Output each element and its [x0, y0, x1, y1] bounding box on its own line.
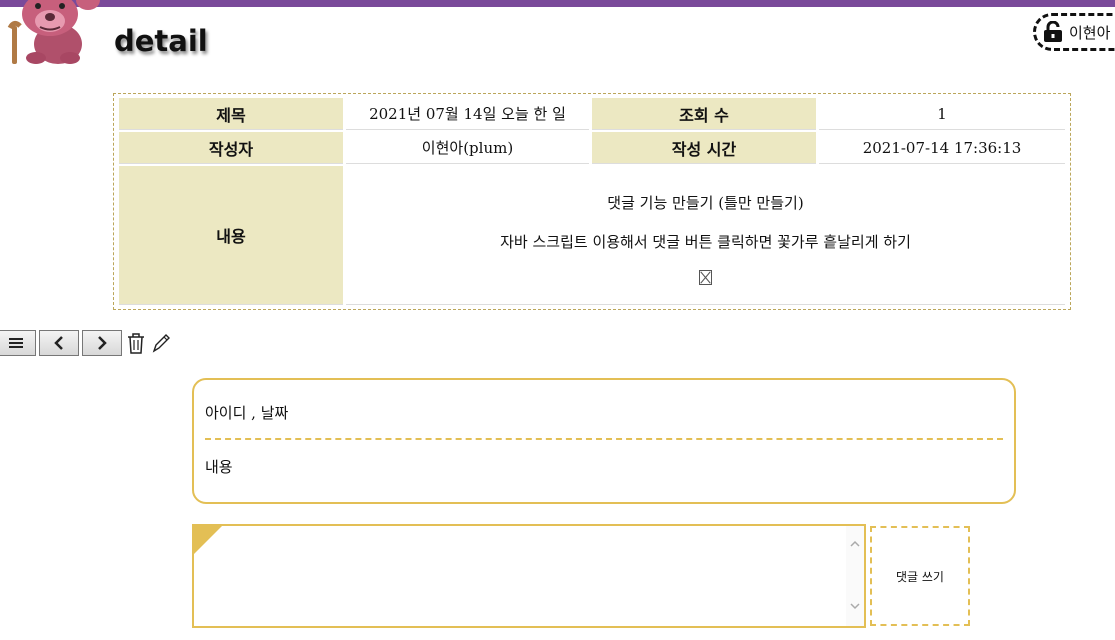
next-icon: [98, 336, 107, 350]
comment-card: 아이디 , 날짜 내용: [192, 378, 1016, 504]
post-views: 1: [819, 98, 1065, 130]
table-row: 작성자 이현아(plum) 작성 시간 2021-07-14 17:36:13: [119, 132, 1065, 164]
pink-bear-mascot: [7, 0, 100, 64]
table-row: 제목 2021년 07월 14일 오늘 한 일 조회 수 1: [119, 98, 1065, 130]
post-detail-table: 제목 2021년 07월 14일 오늘 한 일 조회 수 1 작성자 이현아(p…: [113, 93, 1071, 310]
user-badge[interactable]: 이현아: [1033, 13, 1115, 51]
list-icon: [9, 338, 23, 348]
post-toolbar: [0, 330, 172, 356]
top-accent-bar: [0, 0, 1115, 7]
edit-button[interactable]: [150, 331, 172, 355]
table-row: 내용 댓글 기능 만들기 (틀만 만들기) 자바 스크립트 이용해서 댓글 버튼…: [119, 166, 1065, 305]
post-author: 이현아(plum): [346, 132, 589, 164]
folded-corner-decoration: [194, 526, 222, 554]
comment-input-box: [192, 524, 866, 628]
page-title: detail: [114, 24, 208, 58]
trash-icon: [128, 333, 144, 354]
views-label: 조회 수: [592, 98, 816, 130]
author-label: 작성자: [119, 132, 343, 164]
post-content: 댓글 기능 만들기 (틀만 만들기) 자바 스크립트 이용해서 댓글 버튼 클릭…: [346, 166, 1065, 305]
comment-input[interactable]: [194, 526, 864, 626]
comment-body: 내용: [205, 458, 233, 476]
content-line: 댓글 기능 만들기 (틀만 만들기): [607, 193, 804, 212]
scroll-down-icon[interactable]: [849, 600, 861, 612]
next-button[interactable]: [82, 330, 122, 356]
prev-icon: [54, 336, 63, 350]
broken-image-icon: [699, 269, 712, 285]
pencil-icon: [152, 334, 170, 353]
list-button[interactable]: [0, 330, 36, 356]
comment-submit-button[interactable]: 댓글 쓰기: [870, 526, 970, 626]
post-title: 2021년 07월 14일 오늘 한 일: [346, 98, 589, 130]
comment-divider: [205, 438, 1003, 440]
user-name: 이현아: [1069, 23, 1111, 42]
post-created: 2021-07-14 17:36:13: [819, 132, 1065, 164]
unlocked-lock-icon: [1044, 21, 1062, 42]
content-line: 자바 스크립트 이용해서 댓글 버튼 클릭하면 꽃가루 흩날리게 하기: [500, 232, 911, 251]
delete-button[interactable]: [125, 331, 147, 355]
created-label: 작성 시간: [592, 132, 816, 164]
scroll-up-icon[interactable]: [849, 538, 861, 550]
prev-button[interactable]: [39, 330, 79, 356]
title-label: 제목: [119, 98, 343, 130]
comment-meta: 아이디 , 날짜: [205, 404, 289, 422]
content-label: 내용: [119, 166, 343, 305]
scrollbar[interactable]: [846, 526, 864, 626]
